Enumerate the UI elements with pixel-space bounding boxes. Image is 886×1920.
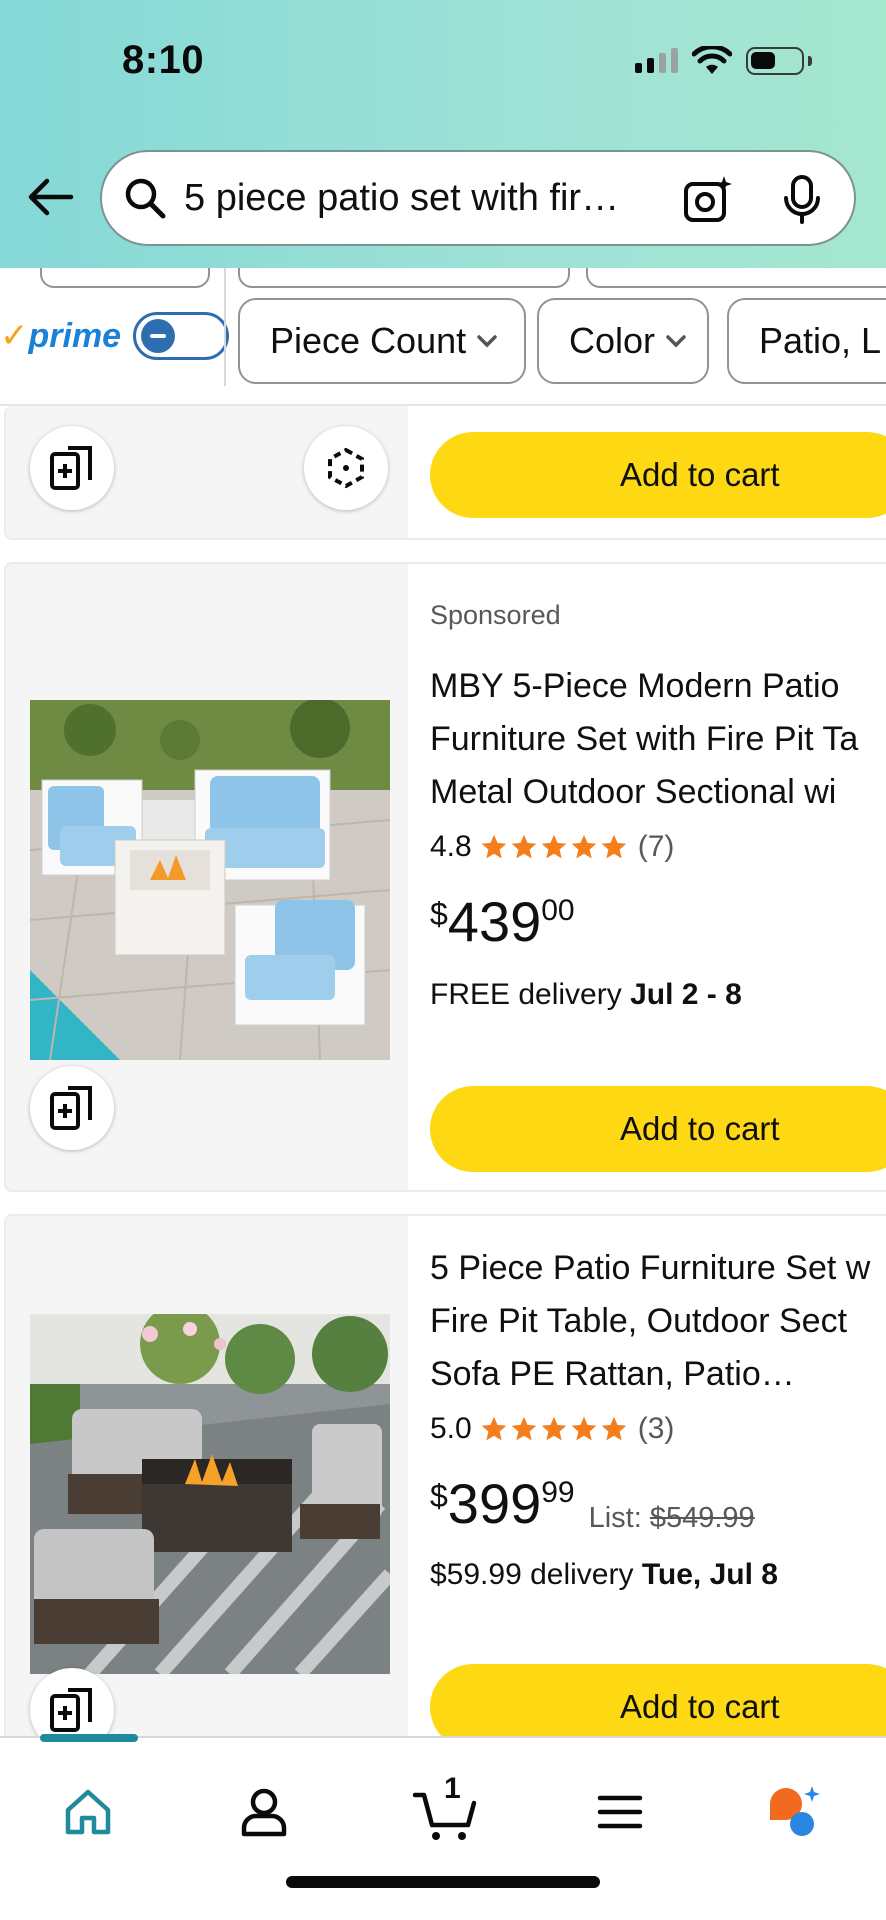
back-arrow-icon [28, 178, 74, 216]
star-rating-icon [480, 833, 628, 861]
compare-button[interactable] [30, 426, 114, 510]
filter-chip-patio[interactable]: Patio, L [727, 298, 886, 384]
status-icons [635, 46, 812, 76]
sponsored-label: Sponsored [430, 600, 561, 630]
review-count: (7) [637, 830, 675, 863]
review-count: (3) [637, 1412, 675, 1445]
compare-cards-icon [50, 1688, 92, 1732]
view-in-3d-button[interactable] [304, 426, 388, 510]
search-icon [122, 175, 168, 221]
menu-icon [597, 1795, 643, 1829]
prime-filter: ✓prime [0, 312, 230, 360]
price: $ 439 00 [430, 890, 575, 953]
compare-button[interactable] [30, 1066, 114, 1150]
search-input[interactable]: 5 piece patio set with fir… [184, 177, 644, 220]
product-title[interactable]: 5 Piece Patio Furniture Set w Fire Pit T… [430, 1242, 886, 1401]
wifi-icon [692, 46, 732, 74]
filter-chip-piece-count[interactable]: Piece Count [238, 298, 526, 384]
prime-logo: ✓prime [0, 317, 122, 355]
compare-cards-icon [50, 1086, 92, 1130]
status-time: 8:10 [122, 38, 205, 82]
home-indicator [286, 1876, 600, 1888]
product-image[interactable] [30, 1314, 390, 1674]
divider [224, 268, 226, 386]
rating-row[interactable]: 4.8 (7) [430, 830, 674, 864]
add-to-cart-button[interactable]: Add to cart [430, 1086, 886, 1172]
cell-signal-icon [635, 48, 678, 73]
battery-icon [746, 47, 804, 75]
account-icon [241, 1788, 287, 1837]
nav-rufus[interactable] [754, 1772, 834, 1852]
nav-account[interactable] [224, 1772, 304, 1852]
cart-count: 1 [444, 1772, 461, 1805]
camera-search-icon[interactable] [682, 174, 734, 231]
microphone-icon[interactable] [780, 174, 824, 231]
product-title[interactable]: MBY 5-Piece Modern Patio Furniture Set w… [430, 660, 886, 819]
add-to-cart-button[interactable]: Add to cart [430, 432, 886, 518]
app-header: 8:10 5 piece patio set with fir… [0, 0, 886, 268]
3d-cube-icon [328, 447, 364, 489]
nav-menu[interactable] [580, 1772, 660, 1852]
chevron-down-icon [666, 335, 686, 348]
rating-row[interactable]: 5.0 (3) [430, 1412, 674, 1446]
delivery-info: $59.99 delivery Tue, Jul 8 [430, 1558, 778, 1591]
star-rating-icon [480, 1415, 628, 1443]
result-card-0: Add to cart [4, 406, 886, 540]
rating-value: 4.8 [430, 830, 472, 863]
back-button[interactable] [24, 170, 78, 224]
rufus-ai-icon [770, 1786, 820, 1836]
filter-bar: ✓prime Piece Count Color Patio, L [0, 268, 886, 406]
rating-value: 5.0 [430, 1412, 472, 1445]
list-price: List: $549.99 [588, 1502, 755, 1534]
result-card-1: Sponsored MBY 5-Piece Modern Patio Furni… [4, 562, 886, 1192]
price: $ 399 99 List: $549.99 [430, 1472, 755, 1535]
delivery-info: FREE delivery Jul 2 - 8 [430, 978, 742, 1011]
nav-cart[interactable]: 1 [402, 1772, 492, 1852]
compare-cards-icon [50, 446, 92, 490]
filter-chip-color[interactable]: Color [537, 298, 709, 384]
prime-toggle[interactable] [133, 312, 230, 360]
bottom-nav: 1 [0, 1734, 886, 1920]
result-card-2: 5 Piece Patio Furniture Set w Fire Pit T… [4, 1214, 886, 1774]
chevron-down-icon [477, 335, 497, 348]
home-icon [65, 1789, 111, 1835]
active-tab-indicator [40, 1734, 138, 1742]
search-bar[interactable]: 5 piece patio set with fir… [100, 150, 856, 246]
nav-home[interactable] [48, 1772, 128, 1852]
product-image[interactable] [30, 700, 390, 1060]
